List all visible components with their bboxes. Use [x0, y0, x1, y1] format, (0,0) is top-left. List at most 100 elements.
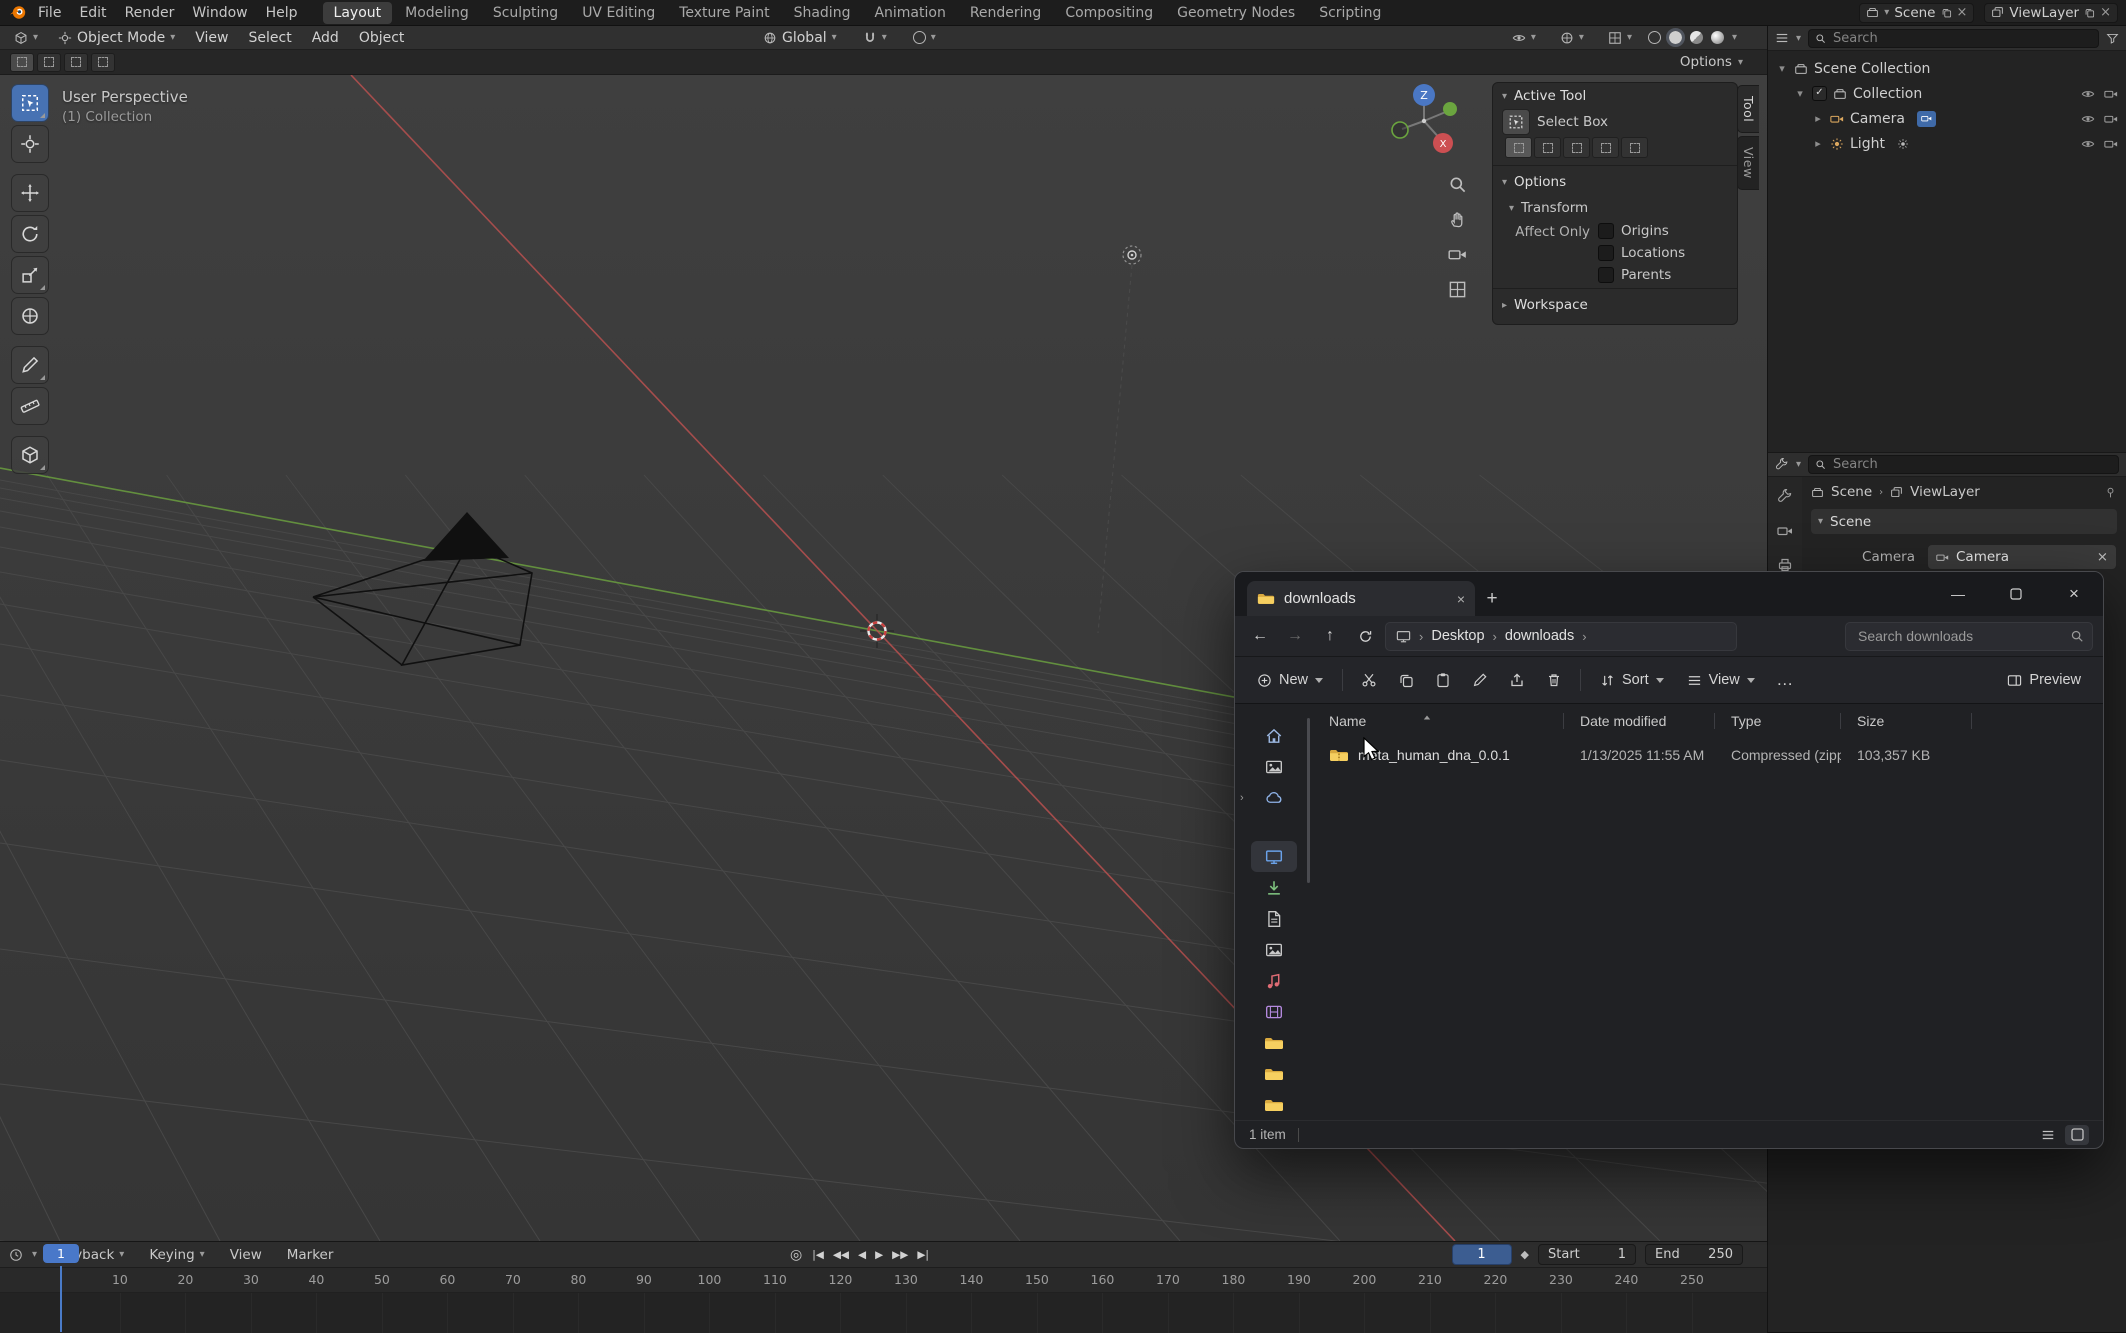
workspace-tab[interactable]: UV Editing [571, 2, 666, 24]
mode-extend-button[interactable] [1534, 137, 1561, 158]
menu-select[interactable]: Select [241, 29, 300, 47]
shading-solid-button[interactable] [1669, 31, 1682, 44]
mode-set-button[interactable] [1505, 137, 1532, 158]
outliner-search-input[interactable] [1831, 30, 2092, 47]
sidebar-videos[interactable] [1251, 996, 1297, 1027]
npanel-tab[interactable]: Tool [1737, 85, 1759, 133]
shading-material-button[interactable] [1690, 31, 1703, 44]
tool-annotate[interactable] [11, 346, 49, 384]
column-size[interactable]: Size [1841, 704, 1971, 738]
show-gizmo-toggle[interactable]: ▾ [1552, 30, 1592, 46]
menu-view-timeline[interactable]: View [222, 1246, 270, 1264]
checkbox[interactable] [1598, 245, 1614, 261]
workspace-tab[interactable]: Rendering [959, 2, 1053, 24]
hide-eye-icon[interactable] [2081, 112, 2095, 126]
properties-editor-icon[interactable] [1775, 458, 1789, 472]
tab-render-icon[interactable] [1777, 523, 1793, 539]
menubar-item[interactable]: Render [116, 3, 184, 23]
workspace-tab[interactable]: Modeling [394, 2, 480, 24]
timeline-editor-dropdown[interactable]: ▾ [32, 1249, 37, 1260]
explorer-titlebar[interactable]: downloads × + — × [1235, 572, 2103, 616]
up-button[interactable]: ↑ [1315, 621, 1345, 651]
active-tool-row[interactable]: Select Box [1493, 109, 1737, 135]
file-row[interactable]: meta_human_dna_0.0.1 1/13/2025 11:55 AM … [1313, 738, 2103, 772]
snap-toggle[interactable]: ▾ [855, 30, 895, 46]
tool-transform[interactable] [11, 297, 49, 335]
tool-cursor[interactable] [11, 125, 49, 163]
timeline-ruler[interactable]: 1020304050607080901001101201301401501601… [0, 1268, 1767, 1293]
transform-orientation[interactable]: Global ▾ [755, 29, 845, 47]
keying-set-icon[interactable]: ◆ [1521, 1248, 1529, 1261]
pan-hand-icon[interactable] [1448, 210, 1467, 229]
unlink-scene-icon[interactable]: × [1957, 5, 1968, 20]
workspace-tab[interactable]: Layout [323, 2, 393, 24]
camera-view-icon[interactable] [1448, 245, 1467, 264]
workspace-tab[interactable]: Animation [863, 2, 956, 24]
forward-button[interactable]: → [1280, 621, 1310, 651]
hide-eye-icon[interactable] [2081, 137, 2095, 151]
play-reverse-button[interactable]: ◀ [858, 1249, 866, 1261]
affect-only-checkbox-row[interactable]: Parents [1598, 267, 1685, 283]
maximize-button[interactable] [1987, 572, 2045, 616]
visibility-dropdown[interactable]: ▾ [1504, 30, 1544, 46]
sidebar-scrollbar[interactable] [1307, 718, 1310, 883]
minimize-button[interactable]: — [1929, 572, 1987, 616]
viewport-options-dropdown[interactable]: Options ▾ [1680, 54, 1757, 70]
column-date-modified[interactable]: Date modified [1564, 704, 1714, 738]
new-button[interactable]: New [1247, 664, 1333, 696]
remove-viewlayer-icon[interactable]: × [2100, 5, 2111, 20]
light-data-icon[interactable] [1897, 138, 1909, 150]
tool-measure[interactable] [11, 387, 49, 425]
checkbox[interactable] [1598, 223, 1614, 239]
sidebar-home[interactable] [1251, 720, 1297, 751]
menubar-item[interactable]: File [29, 3, 70, 23]
new-scene-icon[interactable] [1941, 7, 1952, 18]
workspace-tab[interactable]: Sculpting [482, 2, 569, 24]
zoom-icon[interactable] [1448, 175, 1467, 194]
new-viewlayer-icon[interactable] [2084, 7, 2095, 18]
close-button[interactable]: × [2045, 572, 2103, 616]
mode-intersect-button[interactable] [1621, 137, 1648, 158]
select-mode-button-1[interactable] [37, 53, 61, 72]
jump-start-button[interactable]: |◀ [812, 1249, 824, 1261]
sidebar-music[interactable] [1251, 965, 1297, 996]
transform-subheader[interactable]: ▾ Transform [1493, 195, 1737, 221]
disable-render-icon[interactable] [2104, 112, 2118, 126]
outliner-row-collection[interactable]: ▾ ✓ Collection [1768, 81, 2126, 106]
sidebar-folder-2[interactable] [1251, 1058, 1297, 1089]
select-mode-button-3[interactable] [91, 53, 115, 72]
paste-button[interactable] [1426, 664, 1460, 696]
workspace-tab[interactable]: Scripting [1308, 2, 1392, 24]
viewlayer-selector[interactable]: ViewLayer × [1984, 3, 2118, 23]
menubar-item[interactable]: Help [257, 3, 307, 23]
mode-subtract-button[interactable] [1563, 137, 1590, 158]
copy-button[interactable] [1389, 664, 1423, 696]
play-button[interactable]: ▶ [875, 1249, 883, 1261]
affect-only-checkbox-row[interactable]: Locations [1598, 245, 1685, 261]
mode-invert-button[interactable] [1592, 137, 1619, 158]
sidebar-folder-1[interactable] [1251, 1027, 1297, 1058]
timeline-track[interactable] [0, 1293, 1767, 1333]
tool-rotate[interactable] [11, 215, 49, 253]
workspace-header[interactable]: ▸ Workspace [1493, 292, 1737, 318]
breadcrumb-desktop[interactable]: Desktop [1431, 628, 1484, 644]
timeline-editor-icon[interactable] [9, 1248, 23, 1262]
checkbox[interactable] [1598, 267, 1614, 283]
playhead-line[interactable] [60, 1266, 62, 1332]
explorer-search[interactable] [1845, 622, 2093, 651]
camera-object[interactable] [313, 512, 532, 665]
current-frame-field[interactable]: 1 [1452, 1244, 1512, 1265]
shading-rendered-button[interactable] [1711, 31, 1724, 44]
menu-view[interactable]: View [187, 29, 236, 47]
sidebar-pictures[interactable] [1251, 934, 1297, 965]
workspace-tab[interactable]: Compositing [1054, 2, 1164, 24]
gizmo-y-neg-axis[interactable] [1392, 122, 1408, 138]
preview-button[interactable]: Preview [1997, 664, 2091, 696]
frame-end-field[interactable]: End250 [1645, 1244, 1743, 1265]
explorer-search-input[interactable] [1856, 627, 2070, 645]
breadcrumb-downloads[interactable]: downloads [1505, 628, 1574, 644]
new-tab-button[interactable]: + [1475, 581, 1509, 616]
disable-render-icon[interactable] [2104, 137, 2118, 151]
navigation-gizmo[interactable]: Z X [1386, 81, 1474, 169]
menubar-item[interactable]: Edit [70, 3, 115, 23]
